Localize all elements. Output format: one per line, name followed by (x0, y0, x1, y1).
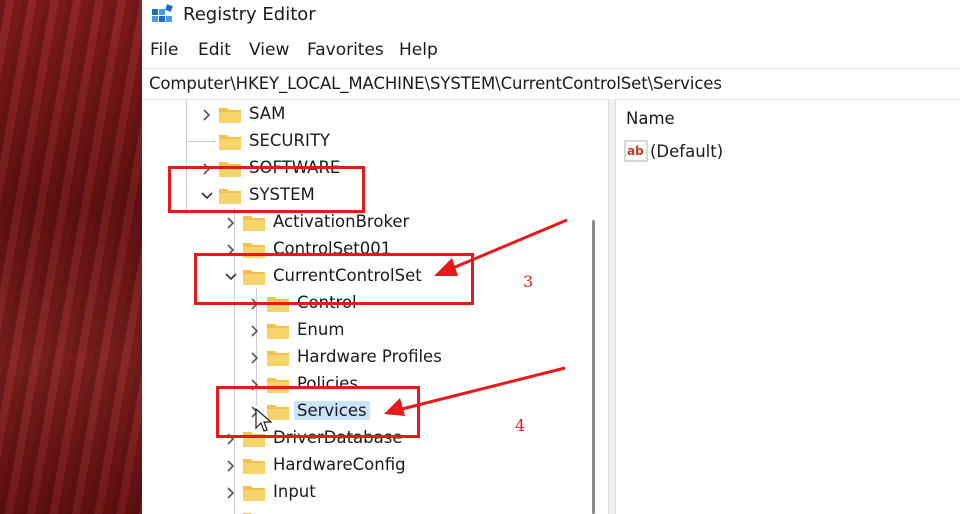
folder-icon (243, 513, 252, 514)
menu-favorites[interactable]: Favorites (307, 40, 384, 60)
tree-node-hardwareconfig[interactable]: HardwareConfig (224, 453, 544, 479)
tree-node-input[interactable]: Input (224, 480, 544, 506)
chevron-right-icon[interactable] (224, 212, 238, 234)
folder-icon (219, 108, 241, 123)
annotation-box-services (216, 386, 420, 438)
annotation-box-currentcontrolset (194, 253, 474, 305)
menu-bar: File Edit View Favorites Help (142, 38, 960, 64)
tree-node-security[interactable]: SECURITY (200, 129, 500, 155)
tree-node-sam[interactable]: SAM (200, 102, 500, 128)
annotation-number-3: 3 (523, 272, 534, 291)
chevron-right-icon[interactable] (248, 320, 262, 342)
tree-node-label: Hardware Profiles (297, 347, 442, 366)
desktop-background (0, 0, 142, 514)
tree-node-enum[interactable]: Enum (248, 318, 568, 344)
string-value-icon: ab (624, 140, 648, 162)
menu-help[interactable]: Help (399, 40, 438, 60)
folder-icon (243, 216, 265, 231)
tree-node-partial (224, 507, 284, 514)
menu-edit[interactable]: Edit (198, 40, 231, 60)
folder-icon (267, 324, 289, 339)
tree-node-activationbroker[interactable]: ActivationBroker (224, 210, 544, 236)
svg-text:ab: ab (627, 144, 644, 158)
tree-scrollbar[interactable] (592, 220, 595, 514)
tree-node-hardware-profiles[interactable]: Hardware Profiles (248, 345, 568, 371)
chevron-right-icon[interactable] (200, 104, 214, 126)
tree-node-label: SECURITY (249, 131, 330, 150)
values-pane[interactable]: Name ab (Default) (614, 100, 960, 514)
tree-node-label: Input (273, 482, 316, 501)
registry-editor-icon (152, 4, 173, 22)
column-header-name[interactable]: Name (626, 109, 675, 128)
chevron-right-icon[interactable] (224, 455, 238, 477)
address-path[interactable]: Computer\HKEY_LOCAL_MACHINE\SYSTEM\Curre… (149, 74, 722, 93)
tree-node-label: HardwareConfig (273, 455, 406, 474)
title-bar[interactable]: Registry Editor (142, 0, 960, 32)
mouse-cursor-icon (255, 408, 273, 432)
window-title: Registry Editor (183, 4, 316, 25)
folder-icon (267, 351, 289, 366)
chevron-right-icon[interactable] (248, 347, 262, 369)
tree-node-label: Enum (297, 320, 345, 339)
menu-file[interactable]: File (150, 40, 178, 60)
folder-icon (243, 486, 265, 501)
chevron-right-icon[interactable] (224, 482, 238, 504)
folder-icon (219, 135, 241, 150)
annotation-box-system (168, 166, 365, 213)
key-tree-pane[interactable]: SAM SECURITY SOFTWARE SYSTEM ActivationB… (142, 100, 582, 514)
menu-view[interactable]: View (249, 40, 289, 60)
value-name-default[interactable]: (Default) (650, 142, 723, 161)
tree-node-label: SAM (249, 104, 286, 123)
tree-node-label: ActivationBroker (273, 212, 410, 231)
annotation-number-4: 4 (515, 416, 526, 435)
address-bar[interactable]: Computer\HKEY_LOCAL_MACHINE\SYSTEM\Curre… (142, 68, 960, 100)
folder-icon (243, 459, 265, 474)
